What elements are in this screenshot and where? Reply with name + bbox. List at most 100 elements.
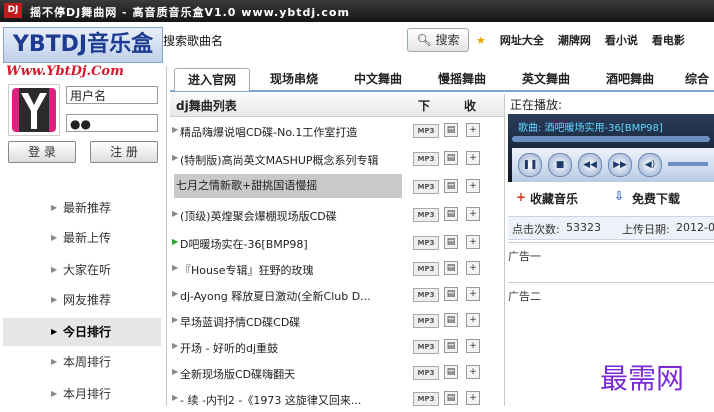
ad-label: 广告一 — [508, 250, 541, 263]
play-arrow-icon: ▶ — [172, 367, 179, 376]
song-title[interactable]: 早场蓝调抒情CD碟CD碟 — [180, 314, 412, 330]
now-playing-song: 歌曲: 酒吧暖场实用-36[BMP98] — [518, 123, 663, 134]
song-row[interactable]: ▶ 精品嗨爆说唱CD碟-No.1工作室打造 MP3 ▤ + — [170, 118, 504, 144]
free-download-button[interactable]: 免费下载 — [632, 190, 680, 207]
mp3-badge[interactable]: MP3 — [413, 236, 439, 250]
song-row[interactable]: ▶ (特制版)高尚英文MASHUP概念系列专辑 MP3 ▤ + — [170, 146, 504, 172]
volume-icon[interactable]: ◀) — [638, 153, 662, 177]
tab-bar[interactable]: 酒吧舞曲 — [596, 68, 664, 90]
link-brand[interactable]: 潮牌网 — [558, 34, 591, 47]
download-icon[interactable]: ▤ — [444, 339, 458, 353]
song-row[interactable]: ▶ 开场 - 好听的dj重鼓 MP3 ▤ + — [170, 334, 504, 360]
song-title[interactable]: (特制版)高尚英文MASHUP概念系列专辑 — [180, 152, 412, 168]
mp3-badge[interactable]: MP3 — [413, 262, 439, 276]
username-field[interactable]: 用户名 — [66, 86, 158, 104]
download-icon[interactable]: ▤ — [444, 391, 458, 405]
song-row-selected[interactable]: 七月之情新歌+甜挑国语慢摇 MP3 ▤ + — [170, 174, 504, 200]
password-field[interactable]: ●● — [66, 114, 158, 132]
song-title[interactable]: D吧暖场实在-36[BMP98] — [180, 236, 412, 252]
mp3-badge[interactable]: MP3 — [413, 124, 439, 138]
add-icon[interactable]: + — [466, 123, 480, 137]
download-icon[interactable]: ▤ — [444, 287, 458, 301]
sidebar-item-latest-upload[interactable]: ▶ 最新上传 — [3, 224, 161, 252]
tab-slow[interactable]: 慢摇舞曲 — [428, 68, 496, 90]
arrow-right-icon: ▶ — [51, 295, 58, 304]
tab-official[interactable]: 进入官网 — [174, 68, 250, 91]
login-button[interactable]: 登 录 — [8, 141, 76, 163]
sidebar-item-month-rank[interactable]: ▶ 本月排行 — [3, 380, 161, 408]
add-icon[interactable]: + — [466, 235, 480, 249]
add-icon[interactable]: + — [466, 287, 480, 301]
link-sites[interactable]: 网址大全 — [500, 34, 544, 47]
song-title[interactable]: 精品嗨爆说唱CD碟-No.1工作室打造 — [180, 124, 412, 140]
mp3-badge[interactable]: MP3 — [413, 340, 439, 354]
tab-chinese[interactable]: 中文舞曲 — [344, 68, 412, 90]
ad-label: 广告二 — [508, 290, 541, 303]
stop-icon[interactable]: ■ — [548, 153, 572, 177]
progress-bar[interactable] — [512, 136, 710, 142]
mp3-badge[interactable]: MP3 — [413, 180, 439, 194]
download-icon[interactable]: ▤ — [444, 151, 458, 165]
tab-mixed[interactable]: 综合 — [680, 68, 714, 90]
add-icon[interactable]: + — [466, 391, 480, 405]
volume-slider[interactable] — [668, 162, 708, 166]
song-title[interactable]: (顶级)英煌聚会爆棚现场版CD碟 — [180, 208, 412, 224]
add-icon[interactable]: + — [466, 261, 480, 275]
download-icon[interactable]: ▤ — [444, 365, 458, 379]
add-icon[interactable]: + — [466, 365, 480, 379]
sidebar-item-week-rank[interactable]: ▶ 本周排行 — [3, 348, 161, 376]
mp3-badge[interactable]: MP3 — [413, 392, 439, 406]
download-icon[interactable]: ▤ — [444, 261, 458, 275]
next-icon[interactable]: ▶▶ — [608, 153, 632, 177]
collect-music-button[interactable]: 收藏音乐 — [530, 190, 578, 207]
song-row[interactable]: ▶ 全新现场版CD碟嗨翻天 MP3 ▤ + — [170, 360, 504, 386]
download-icon[interactable]: ▤ — [444, 313, 458, 327]
song-row[interactable]: ▶ 早场蓝调抒情CD碟CD碟 MP3 ▤ + — [170, 308, 504, 334]
ad-slot-1[interactable]: 广告一 — [508, 242, 714, 283]
download-icon[interactable]: ▤ — [444, 235, 458, 249]
play-arrow-icon: ▶ — [172, 341, 179, 350]
mp3-badge[interactable]: MP3 — [413, 152, 439, 166]
pause-icon[interactable]: ❚❚ — [518, 153, 542, 177]
add-icon[interactable]: + — [466, 313, 480, 327]
sidebar-item-latest-recommend[interactable]: ▶ 最新推荐 — [3, 194, 161, 222]
sidebar-item-user-recommend[interactable]: ▶ 网友推荐 — [3, 286, 161, 314]
song-title[interactable]: 全新现场版CD碟嗨翻天 — [180, 366, 412, 382]
tab-live-mix[interactable]: 现场串烧 — [260, 68, 328, 90]
add-icon[interactable]: + — [466, 207, 480, 221]
song-title[interactable]: 『House专辑』狂野的玫瑰 — [180, 262, 412, 278]
add-icon[interactable]: + — [466, 179, 480, 193]
download-icon[interactable]: ▤ — [444, 123, 458, 137]
add-icon[interactable]: + — [466, 339, 480, 353]
song-list: ▶ 精品嗨爆说唱CD碟-No.1工作室打造 MP3 ▤ + ▶ (特制版)高尚英… — [170, 118, 504, 407]
play-arrow-icon: ▶ — [172, 209, 179, 218]
sidebar-item-today-rank[interactable]: ▶ 今日排行 — [3, 318, 161, 346]
song-row[interactable]: ▶ - 续 -内刊2 -《1973 这旋律又回来... MP3 ▤ + — [170, 386, 504, 412]
sidebar-item-listening[interactable]: ▶ 大家在听 — [3, 256, 161, 284]
download-icon[interactable]: ▤ — [444, 207, 458, 221]
search-input[interactable]: 搜索歌曲名 — [163, 32, 223, 49]
song-row[interactable]: ▶ dj-Ayong 释放夏日激动(全新Club D... MP3 ▤ + — [170, 282, 504, 308]
song-title[interactable]: 开场 - 好听的dj重鼓 — [180, 340, 412, 356]
link-movie[interactable]: 看电影 — [652, 34, 685, 47]
mp3-badge[interactable]: MP3 — [413, 366, 439, 380]
song-row-playing[interactable]: ▶ D吧暖场实在-36[BMP98] MP3 ▤ + — [170, 230, 504, 256]
song-title[interactable]: dj-Ayong 释放夏日激动(全新Club D... — [180, 288, 412, 304]
search-button[interactable]: 🔍︎ 搜索 — [407, 28, 469, 52]
register-button[interactable]: 注 册 — [90, 141, 158, 163]
watermark: 最需网 — [600, 362, 685, 395]
play-arrow-icon: ▶ — [172, 393, 179, 402]
mp3-badge[interactable]: MP3 — [413, 288, 439, 302]
previous-icon[interactable]: ◀◀ — [578, 153, 602, 177]
site-url: Www.YbtDj.Com — [6, 64, 124, 79]
search-button-label: 搜索 — [435, 33, 460, 47]
download-icon[interactable]: ▤ — [444, 179, 458, 193]
tab-english[interactable]: 英文舞曲 — [512, 68, 580, 90]
song-row[interactable]: ▶ (顶级)英煌聚会爆棚现场版CD碟 MP3 ▤ + — [170, 202, 504, 228]
link-novel[interactable]: 看小说 — [605, 34, 638, 47]
mp3-badge[interactable]: MP3 — [413, 208, 439, 222]
mp3-badge[interactable]: MP3 — [413, 314, 439, 328]
song-row[interactable]: ▶ 『House专辑』狂野的玫瑰 MP3 ▤ + — [170, 256, 504, 282]
add-icon[interactable]: + — [466, 151, 480, 165]
song-title[interactable]: 七月之情新歌+甜挑国语慢摇 — [174, 174, 402, 198]
